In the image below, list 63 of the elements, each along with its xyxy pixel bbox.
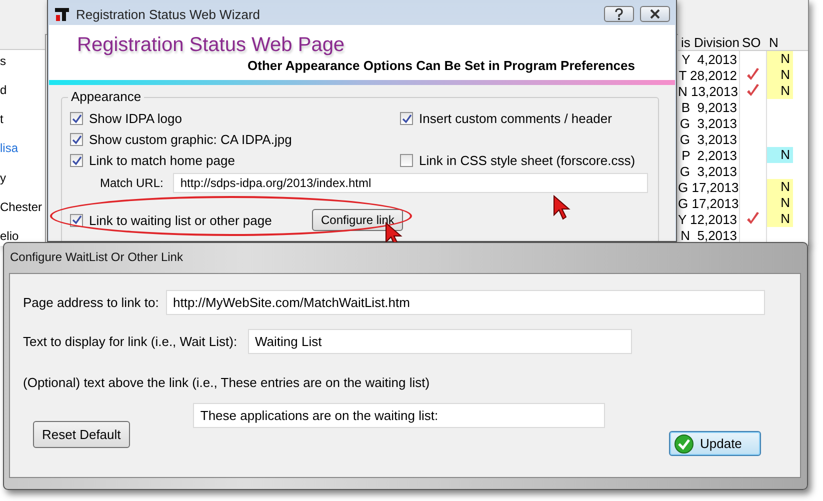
status-cell: N <box>767 179 793 195</box>
status-cell: N <box>767 195 793 211</box>
status-cell: N <box>767 67 793 83</box>
update-button[interactable]: Update <box>668 431 761 456</box>
option-label: Show IDPA logo <box>89 111 182 126</box>
date-cell-text: B 9,2013 <box>680 100 738 114</box>
option-label: Link in CSS style sheet (forscore.css) <box>419 153 636 168</box>
date-cell-text: Y 12,2013 <box>678 212 738 226</box>
date-cell: G 17,2013 <box>678 196 739 210</box>
date-cell-text: P 2,2013 <box>680 148 738 162</box>
close-button[interactable] <box>640 6 670 22</box>
list-item[interactable]: Chester <box>0 200 45 215</box>
checkbox[interactable] <box>70 214 83 226</box>
display-text-field[interactable]: Waiting List <box>248 329 632 354</box>
page-subheading: Other Appearance Options Can Be Set in Program Preferences <box>248 58 635 73</box>
display-text-label: Text to display for link (i.e., Wait List): <box>23 334 238 349</box>
checkbox[interactable] <box>400 154 413 167</box>
list-item[interactable]: lisa <box>0 141 45 156</box>
column-header[interactable]: N <box>766 34 793 50</box>
list-item[interactable]: elio <box>0 228 45 244</box>
list-item[interactable]: y <box>0 170 45 186</box>
date-cell-text: G 3,2013 <box>678 116 738 130</box>
question-mark-icon <box>614 8 624 20</box>
match-url-field[interactable]: http://sdps-idpa.org/2013/index.html <box>173 173 648 193</box>
column-header[interactable]: is Division <box>678 34 739 50</box>
option-label: Link to waiting list or other page <box>89 212 272 228</box>
date-cell-text: N 5,2013 <box>680 228 738 242</box>
help-button[interactable] <box>604 6 634 22</box>
group-title: Appearance <box>68 89 144 104</box>
address-label: Page address to link to: <box>23 295 160 310</box>
status-cell: N <box>767 51 793 67</box>
status-cell: N <box>767 211 793 227</box>
date-cell-text: G 3,2013 <box>678 132 738 146</box>
window-title: Registration Status Web Wizard <box>76 6 261 22</box>
dialog-title: Configure WaitList Or Other Link <box>10 250 183 264</box>
status-cell: N <box>767 147 793 163</box>
list-item[interactable]: s <box>0 54 45 69</box>
app-logo-icon <box>54 6 70 22</box>
above-text-label: (Optional) text above the link (i.e., These entries are on the waiting list) <box>23 375 430 390</box>
checkbox[interactable] <box>70 133 83 146</box>
status-cell: N <box>767 83 793 99</box>
date-cell-text: G 3,2013 <box>678 164 738 178</box>
column-header[interactable]: SO <box>739 34 766 50</box>
above-text-field[interactable]: These applications are on the waiting list: <box>193 403 606 428</box>
reset-default-button[interactable]: Reset Default <box>33 421 130 448</box>
date-cell-text: Y 4,2013 <box>680 52 738 66</box>
date-cell: N 13,2013 <box>678 84 739 98</box>
checkbox[interactable] <box>400 112 413 125</box>
checkbox[interactable] <box>70 112 83 125</box>
list-item[interactable]: d <box>0 83 45 98</box>
address-field[interactable]: http://MyWebSite.com/MatchWaitList.htm <box>166 290 765 315</box>
option-label: Insert custom comments / header <box>419 111 612 126</box>
date-cell: G 17,2013 <box>678 180 739 194</box>
close-icon <box>649 9 661 19</box>
list-item[interactable]: t <box>0 112 45 128</box>
option-label: Show custom graphic: CA IDPA.jpg <box>89 132 292 147</box>
page-heading: Registration Status Web Page <box>77 34 346 57</box>
configure-link-button[interactable]: Configure link <box>312 209 404 231</box>
checkbox[interactable] <box>70 154 83 167</box>
date-cell-text: T 28,2012 <box>678 68 738 82</box>
option-label: Link to match home page <box>89 153 235 168</box>
check-circle-icon <box>674 434 694 454</box>
match-url-label: Match URL: <box>100 176 164 190</box>
